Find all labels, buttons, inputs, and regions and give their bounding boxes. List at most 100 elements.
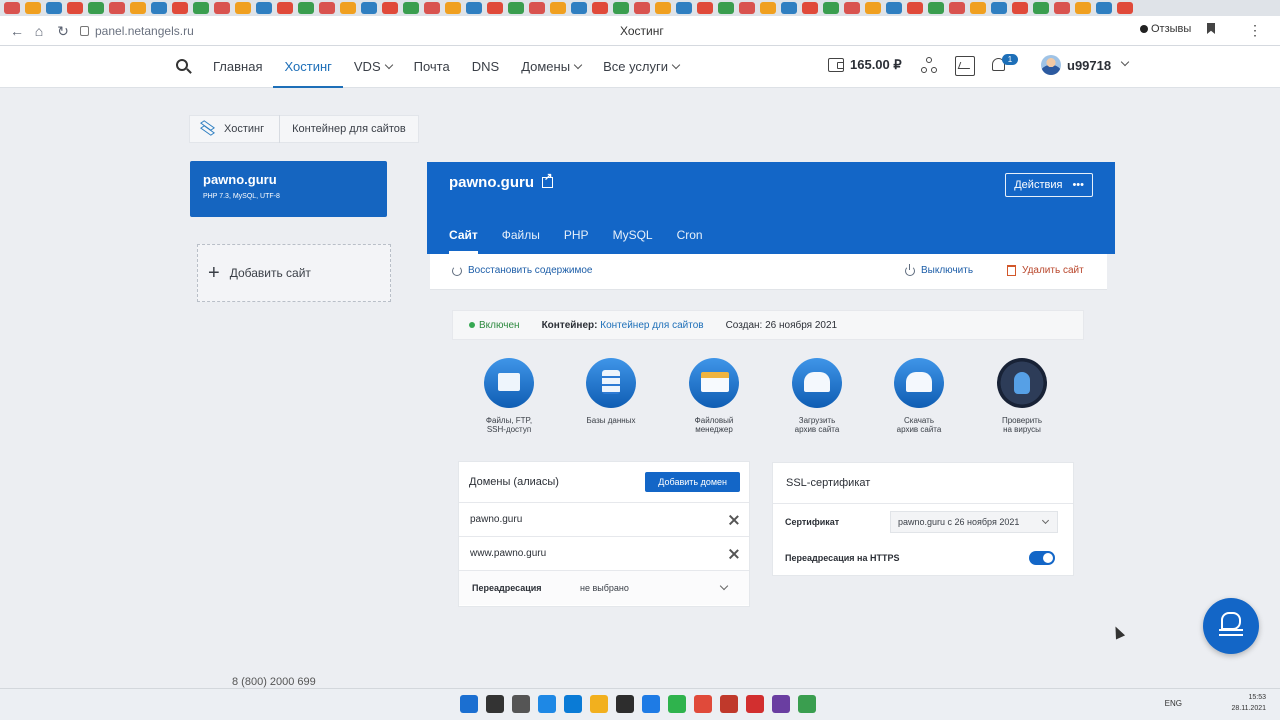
taskbar-app-icon[interactable] bbox=[668, 695, 686, 713]
browser-tab-favicon-icon[interactable] bbox=[550, 2, 566, 14]
taskbar-app-icon[interactable] bbox=[642, 695, 660, 713]
browser-menu-icon[interactable]: ⋮ bbox=[1248, 22, 1262, 38]
browser-tab-favicon-icon[interactable] bbox=[235, 2, 251, 14]
tab-php[interactable]: PHP bbox=[552, 228, 601, 254]
browser-tab-favicon-icon[interactable] bbox=[865, 2, 881, 14]
browser-tab-favicon-icon[interactable] bbox=[487, 2, 503, 14]
browser-tab-favicon-icon[interactable] bbox=[1117, 2, 1133, 14]
taskbar-app-icon[interactable] bbox=[486, 695, 504, 713]
external-link-icon[interactable] bbox=[542, 172, 553, 188]
nav-item-home[interactable]: Главная bbox=[202, 46, 273, 88]
browser-tab-favicon-icon[interactable] bbox=[46, 2, 62, 14]
browser-tab-favicon-icon[interactable] bbox=[1033, 2, 1049, 14]
browser-tab-favicon-icon[interactable] bbox=[256, 2, 272, 14]
nav-item-hosting[interactable]: Хостинг bbox=[273, 46, 344, 88]
browser-tab-favicon-icon[interactable] bbox=[739, 2, 755, 14]
add-domain-button[interactable]: Добавить домен bbox=[645, 472, 740, 492]
browser-tab-favicon-icon[interactable] bbox=[277, 2, 293, 14]
taskbar-app-icon[interactable] bbox=[720, 695, 738, 713]
language-indicator[interactable]: ENG bbox=[1165, 699, 1182, 708]
nav-item-dns[interactable]: DNS bbox=[461, 46, 510, 88]
browser-tab-favicon-icon[interactable] bbox=[676, 2, 692, 14]
tasks-icon[interactable] bbox=[955, 56, 975, 76]
nav-item-mail[interactable]: Почта bbox=[403, 46, 461, 88]
browser-tab-favicon-icon[interactable] bbox=[340, 2, 356, 14]
system-clock[interactable]: 15:53 28.11.2021 bbox=[1231, 693, 1266, 714]
browser-tab-favicon-icon[interactable] bbox=[571, 2, 587, 14]
tab-site[interactable]: Сайт bbox=[437, 228, 490, 254]
browser-tab-favicon-icon[interactable] bbox=[109, 2, 125, 14]
browser-tab-favicon-icon[interactable] bbox=[361, 2, 377, 14]
browser-tab-favicon-icon[interactable] bbox=[949, 2, 965, 14]
browser-tab-favicon-icon[interactable] bbox=[529, 2, 545, 14]
quick-action-ftp[interactable]: Файлы, FTP, SSH-доступ bbox=[464, 358, 554, 434]
tab-files[interactable]: Файлы bbox=[490, 228, 552, 254]
bookmark-icon[interactable] bbox=[1207, 23, 1215, 34]
search-icon[interactable] bbox=[174, 58, 192, 76]
browser-tab-favicon-icon[interactable] bbox=[760, 2, 776, 14]
browser-tab-favicon-icon[interactable] bbox=[592, 2, 608, 14]
taskbar-app-icon[interactable] bbox=[460, 695, 478, 713]
browser-tab-favicon-icon[interactable] bbox=[25, 2, 41, 14]
taskbar-app-icon[interactable] bbox=[616, 695, 634, 713]
browser-tab-favicon-icon[interactable] bbox=[172, 2, 188, 14]
close-icon[interactable] bbox=[728, 548, 740, 560]
browser-tab-favicon-icon[interactable] bbox=[67, 2, 83, 14]
taskbar-app-icon[interactable] bbox=[512, 695, 530, 713]
taskbar-app-icon[interactable] bbox=[538, 695, 556, 713]
quick-action-file-manager[interactable]: Файловый менеджер bbox=[669, 358, 759, 434]
browser-tab-favicon-icon[interactable] bbox=[781, 2, 797, 14]
site-card[interactable]: pawno.guru PHP 7.3, MySQL, UTF-8 bbox=[190, 161, 387, 217]
delete-site-button[interactable]: Удалить сайт bbox=[1007, 265, 1084, 276]
reviews-button[interactable]: Отзывы bbox=[1140, 23, 1191, 35]
home-icon[interactable]: ⌂ bbox=[30, 22, 48, 40]
quick-action-upload-archive[interactable]: Загрузить архив сайта bbox=[772, 358, 862, 434]
container-link[interactable]: Контейнер для сайтов bbox=[600, 320, 703, 331]
balance-button[interactable]: 165.00 ₽ bbox=[828, 57, 902, 73]
nav-item-domains[interactable]: Домены bbox=[510, 46, 592, 88]
browser-tab-favicon-icon[interactable] bbox=[823, 2, 839, 14]
browser-tab-favicon-icon[interactable] bbox=[298, 2, 314, 14]
browser-tab-favicon-icon[interactable] bbox=[382, 2, 398, 14]
taskbar-app-icon[interactable] bbox=[772, 695, 790, 713]
quick-action-download-archive[interactable]: Скачать архив сайта bbox=[874, 358, 964, 434]
tab-mysql[interactable]: MySQL bbox=[601, 228, 665, 254]
browser-tab-favicon-icon[interactable] bbox=[697, 2, 713, 14]
restore-button[interactable]: Восстановить содержимое bbox=[452, 265, 593, 276]
taskbar-app-icon[interactable] bbox=[746, 695, 764, 713]
browser-tab-favicon-icon[interactable] bbox=[88, 2, 104, 14]
disable-button[interactable]: Выключить bbox=[905, 263, 973, 276]
browser-tab-favicon-icon[interactable] bbox=[1012, 2, 1028, 14]
tab-cron[interactable]: Cron bbox=[665, 228, 715, 254]
browser-tab-favicon-icon[interactable] bbox=[844, 2, 860, 14]
browser-tab-favicon-icon[interactable] bbox=[1096, 2, 1112, 14]
browser-tab-favicon-icon[interactable] bbox=[403, 2, 419, 14]
browser-tab-favicon-icon[interactable] bbox=[886, 2, 902, 14]
browser-tab-favicon-icon[interactable] bbox=[928, 2, 944, 14]
browser-tab-favicon-icon[interactable] bbox=[445, 2, 461, 14]
browser-tab-favicon-icon[interactable] bbox=[214, 2, 230, 14]
https-toggle[interactable] bbox=[1029, 551, 1055, 565]
support-chat-button[interactable] bbox=[1203, 598, 1259, 654]
url-field[interactable]: panel.netangels.ru bbox=[80, 21, 194, 41]
nav-item-all-services[interactable]: Все услуги bbox=[592, 46, 690, 88]
redirect-select[interactable]: Переадресация не выбрано bbox=[459, 571, 749, 605]
browser-tab-favicon-icon[interactable] bbox=[424, 2, 440, 14]
browser-tab-favicon-icon[interactable] bbox=[508, 2, 524, 14]
browser-tab-favicon-icon[interactable] bbox=[466, 2, 482, 14]
browser-tab-favicon-icon[interactable] bbox=[907, 2, 923, 14]
browser-tab-favicon-icon[interactable] bbox=[193, 2, 209, 14]
browser-tab-favicon-icon[interactable] bbox=[991, 2, 1007, 14]
close-icon[interactable] bbox=[728, 514, 740, 526]
browser-tab-favicon-icon[interactable] bbox=[613, 2, 629, 14]
browser-tab-favicon-icon[interactable] bbox=[1075, 2, 1091, 14]
browser-tab-favicon-icon[interactable] bbox=[1054, 2, 1070, 14]
browser-tab-favicon-icon[interactable] bbox=[970, 2, 986, 14]
taskbar-app-icon[interactable] bbox=[590, 695, 608, 713]
taskbar-app-icon[interactable] bbox=[564, 695, 582, 713]
user-menu[interactable]: u99718 bbox=[1041, 55, 1130, 75]
browser-tab-favicon-icon[interactable] bbox=[151, 2, 167, 14]
breadcrumb-root[interactable]: Хостинг bbox=[224, 123, 264, 135]
back-icon[interactable]: ← bbox=[8, 22, 26, 40]
quick-action-databases[interactable]: Базы данных bbox=[566, 358, 656, 425]
